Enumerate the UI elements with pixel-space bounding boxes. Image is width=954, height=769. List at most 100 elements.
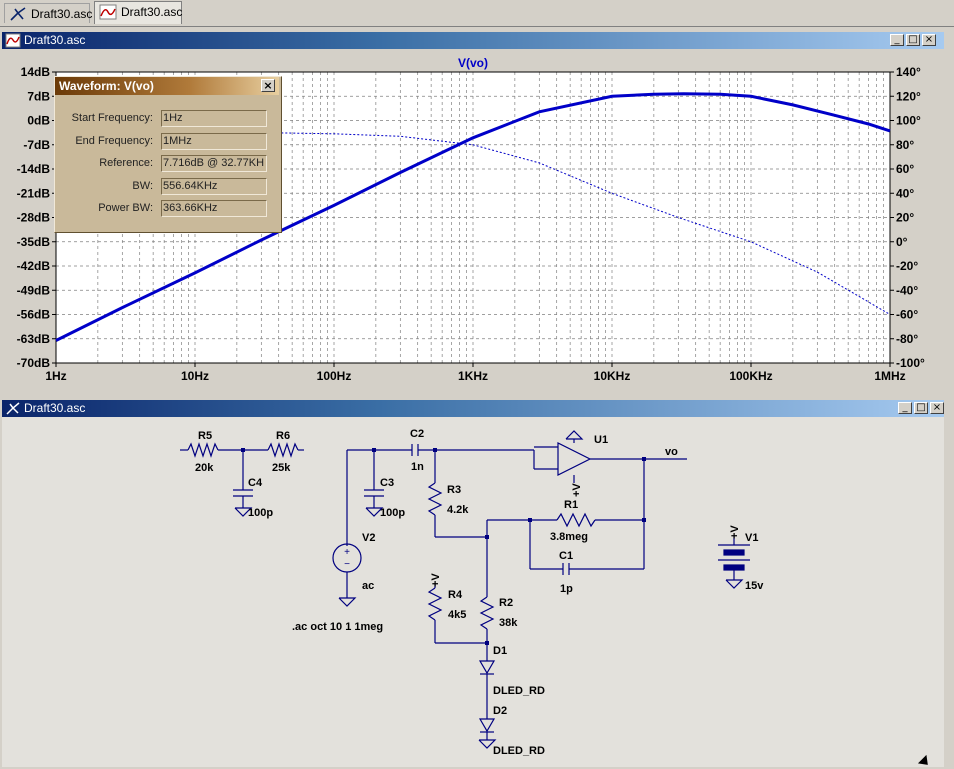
y-left-tick-label: -35dB (17, 235, 51, 249)
schematic-window-title: Draft30.asc (24, 401, 86, 415)
supply-label-v1: +V (729, 525, 741, 539)
y-right-tick-label: 120° (896, 89, 921, 103)
minimize-button[interactable]: _ (898, 402, 912, 414)
y-left-tick-label: -21dB (17, 186, 51, 200)
label-r1: R1 (564, 499, 578, 511)
label-c3: C3 (380, 477, 394, 489)
y-left-tick-label: -63dB (17, 332, 51, 346)
y-left-tick-label: -7dB (23, 138, 50, 152)
schematic-icon (10, 7, 26, 21)
x-tick-label: 10Hz (181, 369, 209, 383)
y-left-tick-label: 14dB (21, 65, 51, 79)
waveform-info-dialog: Waveform: V(vo) × Start Frequency: 1Hz E… (54, 76, 282, 233)
y-left-tick-label: -56dB (17, 308, 51, 322)
x-tick-label: 1Hz (45, 369, 66, 383)
label-c4: C4 (248, 477, 263, 489)
schematic-canvas[interactable]: + − R5 20k R6 25k C4 100p C3 100p C2 1n … (2, 417, 944, 767)
value-c3: 100p (380, 507, 405, 519)
value-r2: 38k (499, 617, 518, 629)
x-tick-label: 100Hz (317, 369, 352, 383)
waveform-window-title: Draft30.asc (24, 33, 86, 47)
tab-schematic-label: Draft30.asc (31, 7, 93, 21)
x-tick-label: 1MHz (874, 369, 905, 383)
y-left-tick-label: -49dB (17, 283, 51, 297)
maximize-button[interactable]: □ (914, 402, 928, 414)
waveform-icon (5, 33, 21, 48)
label-c1: C1 (559, 550, 573, 562)
y-right-tick-label: 40° (896, 186, 914, 200)
y-right-tick-label: 80° (896, 138, 914, 152)
document-tab-bar: Draft30.asc Draft30.asc (0, 0, 954, 27)
trace-label[interactable]: V(vo) (458, 56, 488, 70)
label-r3: R3 (447, 484, 461, 496)
value-r6: 25k (272, 462, 291, 474)
schematic-icon (6, 402, 20, 415)
dialog-titlebar[interactable]: Waveform: V(vo) × (55, 77, 279, 95)
end-frequency-field[interactable]: 1MHz (161, 133, 267, 150)
y-right-tick-label: 20° (896, 211, 914, 225)
bw-field[interactable]: 556.64KHz (161, 178, 267, 195)
label-c2: C2 (410, 428, 424, 440)
y-right-tick-label: 100° (896, 114, 921, 128)
y-right-tick-label: -20° (896, 259, 918, 273)
y-right-tick-label: 60° (896, 162, 914, 176)
label-v1: V1 (745, 532, 758, 544)
value-r5: 20k (195, 462, 214, 474)
bw-label: BW: (132, 180, 153, 192)
close-button[interactable]: × (930, 402, 944, 414)
dialog-row-end-frequency: End Frequency: 1MHz (55, 132, 281, 152)
label-r4: R4 (448, 589, 463, 601)
dialog-title: Waveform: V(vo) (59, 79, 154, 93)
y-right-tick-label: 0° (896, 235, 908, 249)
svg-text:+: + (344, 547, 350, 558)
y-left-tick-label: 0dB (27, 114, 50, 128)
y-left-tick-label: -70dB (17, 356, 51, 370)
dialog-row-reference: Reference: 7.716dB @ 32.77KH (55, 154, 281, 174)
y-right-tick-label: -100° (896, 356, 925, 370)
start-frequency-field[interactable]: 1Hz (161, 110, 267, 127)
tab-waveform[interactable]: Draft30.asc (94, 1, 182, 24)
value-v2: ac (362, 580, 374, 592)
value-r4: 4k5 (448, 609, 466, 621)
x-tick-label: 100KHz (729, 369, 772, 383)
maximize-button[interactable]: □ (906, 34, 920, 46)
y-left-tick-label: 7dB (27, 89, 50, 103)
dialog-row-start-frequency: Start Frequency: 1Hz (55, 109, 281, 129)
analysis-directive[interactable]: .ac oct 10 1 1meg (292, 621, 383, 633)
label-r6: R6 (276, 430, 290, 442)
tab-waveform-label: Draft30.asc (121, 5, 183, 19)
value-c4: 100p (248, 507, 273, 519)
dialog-close-button[interactable]: × (261, 79, 275, 92)
schematic-window: Draft30.asc _ □ × + − R5 20k R6 25k C4 1… (2, 400, 944, 767)
value-d1: DLED_RD (493, 685, 545, 697)
value-c2: 1n (411, 461, 424, 473)
value-r1: 3.8meg (550, 531, 588, 543)
power-bw-label: Power BW: (98, 202, 153, 214)
label-d2: D2 (493, 705, 507, 717)
y-right-tick-label: -80° (896, 332, 918, 346)
y-right-tick-label: 140° (896, 65, 921, 79)
value-v1: 15v (745, 580, 764, 592)
waveform-window-titlebar[interactable]: Draft30.asc _ □ × (2, 32, 944, 49)
reference-field[interactable]: 7.716dB @ 32.77KH (161, 155, 267, 172)
schematic-window-titlebar[interactable]: Draft30.asc _ □ × (2, 400, 944, 417)
supply-label-u1: +V (571, 483, 583, 497)
x-tick-label: 10KHz (594, 369, 631, 383)
label-r2: R2 (499, 597, 513, 609)
power-bw-field[interactable]: 363.66KHz (161, 200, 267, 217)
y-right-tick-label: -60° (896, 308, 918, 322)
minimize-button[interactable]: _ (890, 34, 904, 46)
value-d2: DLED_RD (493, 745, 545, 757)
y-left-tick-label: -28dB (17, 211, 51, 225)
y-left-tick-label: -42dB (17, 259, 51, 273)
label-u1: U1 (594, 434, 608, 446)
x-tick-label: 1KHz (458, 369, 488, 383)
label-d1: D1 (493, 645, 507, 657)
label-r5: R5 (198, 430, 212, 442)
svg-text:−: − (344, 559, 350, 570)
value-r3: 4.2k (447, 504, 469, 516)
value-c1: 1p (560, 583, 573, 595)
tab-schematic[interactable]: Draft30.asc (4, 3, 93, 23)
label-v2: V2 (362, 532, 375, 544)
close-button[interactable]: × (922, 34, 936, 46)
